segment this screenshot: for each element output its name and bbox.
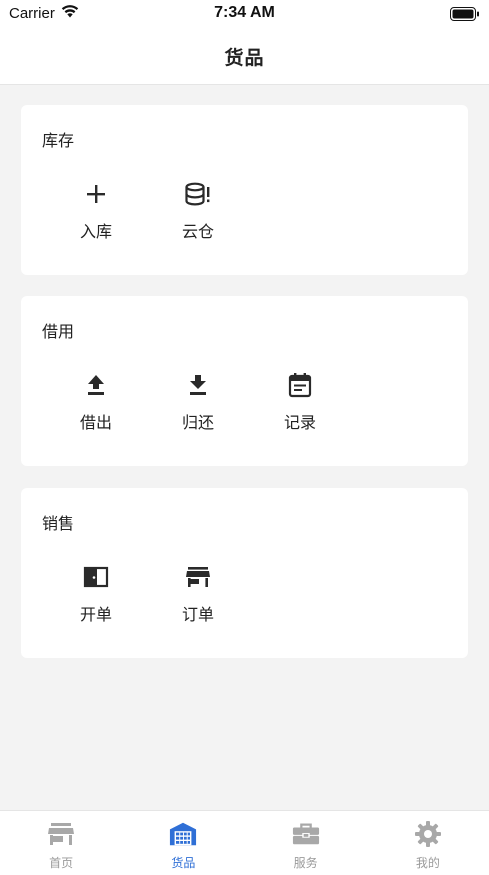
- tab-label: 货品: [171, 856, 196, 870]
- action-label: 借出: [79, 413, 112, 432]
- lend-out-button[interactable]: 借出: [62, 372, 164, 433]
- toolbox-icon: [292, 822, 320, 846]
- section-title: 销售: [42, 514, 75, 533]
- action-grid: 借出 归还 记录: [62, 372, 368, 433]
- database-alert-icon: [182, 181, 214, 207]
- warehouse-icon: [169, 822, 197, 846]
- navigation-bar: 货品: [0, 28, 489, 85]
- store-icon: [182, 564, 214, 590]
- plus-icon: [80, 181, 112, 207]
- action-grid: 入库 云仓: [62, 181, 266, 242]
- section-title: 库存: [42, 131, 75, 150]
- status-bar: Carrier 7:34 AM: [0, 0, 489, 28]
- action-label: 云仓: [181, 222, 214, 241]
- cloud-warehouse-button[interactable]: 云仓: [164, 181, 266, 242]
- tab-mine[interactable]: 我的: [367, 811, 489, 875]
- tab-service[interactable]: 服务: [245, 811, 367, 875]
- status-time: 7:34 AM: [214, 4, 275, 21]
- download-icon: [182, 372, 214, 398]
- tab-label: 服务: [293, 856, 318, 870]
- action-label: 入库: [79, 222, 112, 241]
- tab-bar: 首页 货品 服务 我的: [0, 810, 489, 875]
- tab-label: 首页: [49, 856, 74, 870]
- battery-icon: [450, 6, 480, 21]
- records-button[interactable]: 记录: [266, 372, 368, 433]
- section-card-inventory: 库存 入库 云仓: [21, 105, 468, 275]
- action-label: 归还: [181, 413, 214, 432]
- calendar-list-icon: [284, 372, 316, 398]
- action-grid: 开单 订单: [62, 564, 266, 625]
- section-card-sales: 销售 开单 订单: [21, 488, 468, 658]
- gear-icon: [414, 821, 442, 847]
- return-button[interactable]: 归还: [164, 372, 266, 433]
- section-card-borrow: 借用 借出 归还 记录: [21, 296, 468, 466]
- action-label: 记录: [283, 413, 316, 432]
- create-bill-button[interactable]: 开单: [62, 564, 164, 625]
- section-title: 借用: [42, 322, 75, 341]
- tab-goods[interactable]: 货品: [122, 811, 244, 875]
- page-title: 货品: [224, 46, 265, 69]
- action-label: 订单: [181, 605, 214, 624]
- store-front-icon: [47, 822, 75, 846]
- tab-label: 我的: [415, 856, 440, 870]
- door-icon: [80, 564, 112, 590]
- orders-button[interactable]: 订单: [164, 564, 266, 625]
- stock-in-button[interactable]: 入库: [62, 181, 164, 242]
- upload-icon: [80, 372, 112, 398]
- action-label: 开单: [79, 605, 112, 624]
- tab-home[interactable]: 首页: [0, 811, 122, 875]
